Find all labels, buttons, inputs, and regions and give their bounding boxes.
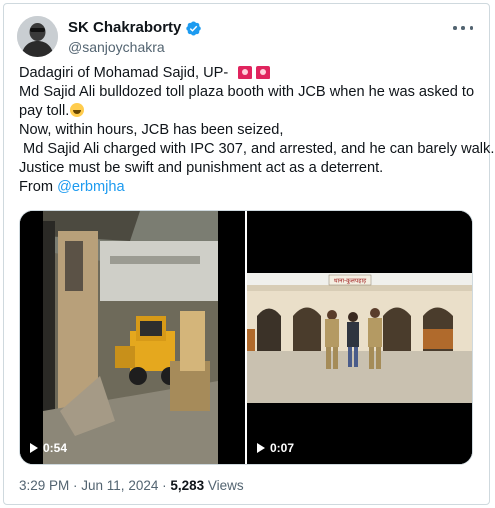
verified-badge-icon	[186, 21, 202, 36]
police-light-emoji-icon	[256, 66, 271, 79]
tweet-line: Md Sajid Ali bulldozed toll plaza booth …	[19, 84, 475, 100]
more-options-icon[interactable]	[453, 21, 473, 35]
views-count: 5,283	[170, 478, 205, 493]
play-icon	[30, 443, 38, 453]
tweet-line: From @erbmjha	[19, 179, 125, 195]
author-handle[interactable]: @sanjoychakra	[68, 39, 165, 55]
avatar[interactable]	[17, 16, 58, 57]
tweet-line: Now, within hours, JCB has been seized,	[19, 122, 284, 138]
tweet-text: Dadagiri of Mohamad Sajid, UP- Md Sajid …	[19, 64, 495, 197]
tweet-line: pay toll.	[19, 102, 479, 121]
video-duration-badge: 0:54	[30, 441, 67, 455]
author-display-name[interactable]: SK Chakraborty	[68, 19, 181, 37]
tweet-date[interactable]: Jun 11, 2024	[81, 478, 158, 493]
video-thumbnail-police: थाना-कुलपहाड़	[247, 211, 472, 464]
tweet-line: Md Sajid Ali charged with IPC 307, and a…	[19, 141, 495, 157]
laughing-emoji-icon	[70, 103, 85, 117]
video-left[interactable]: 0:54	[20, 211, 245, 464]
mention-link[interactable]: @erbmjha	[57, 179, 125, 195]
video-duration-badge: 0:07	[257, 441, 294, 455]
tweet-line: Justice must be swift and punishment act…	[19, 160, 384, 176]
avatar-image	[17, 16, 58, 57]
tweet-metadata: 3:29 PM · Jun 11, 2024 · 5,283 Views	[19, 478, 244, 493]
police-station-sign: थाना-कुलपहाड़	[334, 278, 367, 285]
media-grid: 0:54 थाना-कुलपहाड़ 0:07	[19, 210, 473, 465]
tweet-line: Dadagiri of Mohamad Sajid, UP-	[19, 64, 479, 83]
video-thumbnail-jcb	[20, 211, 245, 464]
video-right[interactable]: थाना-कुलपहाड़ 0:07	[247, 211, 472, 464]
tweet-time[interactable]: 3:29 PM	[19, 478, 69, 493]
tweet-card[interactable]: SK Chakraborty @sanjoychakra Dadagiri of…	[3, 3, 495, 505]
play-icon	[257, 443, 265, 453]
police-light-emoji-icon	[238, 66, 253, 79]
views-label: Views	[204, 478, 244, 493]
